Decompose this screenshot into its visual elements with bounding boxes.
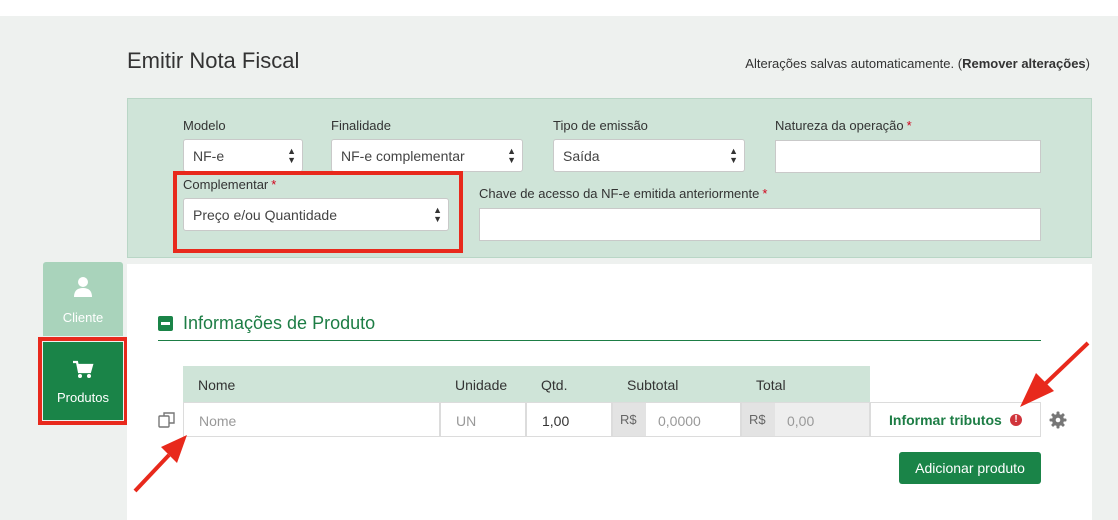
finalidade-select[interactable]: NF-e complementar ▲ ▼ <box>331 139 523 172</box>
sidebar-item-label: Cliente <box>62 310 104 325</box>
select-arrows-icon: ▲ ▼ <box>287 146 296 165</box>
finalidade-value: NF-e complementar <box>341 148 465 164</box>
currency-prefix: R$ <box>613 403 646 436</box>
autosave-text: Alterações salvas automaticamente. ( <box>745 56 963 71</box>
tipo-emissao-label: Tipo de emissão <box>553 118 648 133</box>
complementar-highlight <box>173 171 463 253</box>
tipo-emissao-select[interactable]: Saída ▲ ▼ <box>553 139 745 172</box>
required-mark: * <box>762 186 768 201</box>
tipo-emissao-value: Saída <box>563 148 600 164</box>
informar-tributos-link[interactable]: Informar tributos <box>889 412 1002 428</box>
autosave-close: ) <box>1085 56 1090 71</box>
produtos-highlight <box>38 337 128 425</box>
chave-label: Chave de acesso da NF-e emitida anterior… <box>479 186 767 201</box>
qtd-input[interactable]: 1,00 <box>526 402 612 437</box>
natureza-input[interactable] <box>775 140 1041 173</box>
modelo-value: NF-e <box>193 148 225 164</box>
unidade-input[interactable]: UN <box>440 402 526 437</box>
required-mark: * <box>906 118 912 133</box>
collapse-minus-icon[interactable] <box>158 316 173 331</box>
page-title: Emitir Nota Fiscal <box>127 48 300 73</box>
column-header-qtd: Qtd. <box>526 366 612 402</box>
modelo-label: Modelo <box>183 118 226 133</box>
natureza-label-text: Natureza da operação <box>775 118 904 133</box>
finalidade-label: Finalidade <box>331 118 391 133</box>
annotation-arrow-tributos <box>1020 341 1090 407</box>
remove-changes-link[interactable]: Remover alterações <box>962 56 1086 71</box>
annotation-arrow-nome <box>133 435 187 493</box>
nome-input[interactable]: Nome <box>183 402 440 437</box>
chave-label-text: Chave de acesso da NF-e emitida anterior… <box>479 186 760 201</box>
section-divider <box>158 340 1041 341</box>
modelo-select[interactable]: NF-e ▲ ▼ <box>183 139 303 172</box>
sidebar-item-cliente[interactable]: Cliente <box>43 262 123 336</box>
chave-acesso-input[interactable] <box>479 208 1041 241</box>
user-icon <box>74 277 92 297</box>
select-arrows-icon: ▲ ▼ <box>507 146 516 165</box>
column-header-subtotal: Subtotal <box>612 366 741 402</box>
add-product-button[interactable]: Adicionar produto <box>899 452 1041 484</box>
natureza-label: Natureza da operação * <box>775 118 912 133</box>
warning-icon: ! <box>1010 414 1022 426</box>
autosave-notice: Alterações salvas automaticamente. (Remo… <box>745 56 1090 71</box>
select-arrows-icon: ▲ ▼ <box>729 146 738 165</box>
column-header-unidade: Unidade <box>440 366 526 402</box>
currency-prefix: R$ <box>742 403 775 436</box>
column-header-nome: Nome <box>183 366 440 402</box>
column-header-total: Total <box>741 366 870 402</box>
section-title: Informações de Produto <box>183 313 376 333</box>
